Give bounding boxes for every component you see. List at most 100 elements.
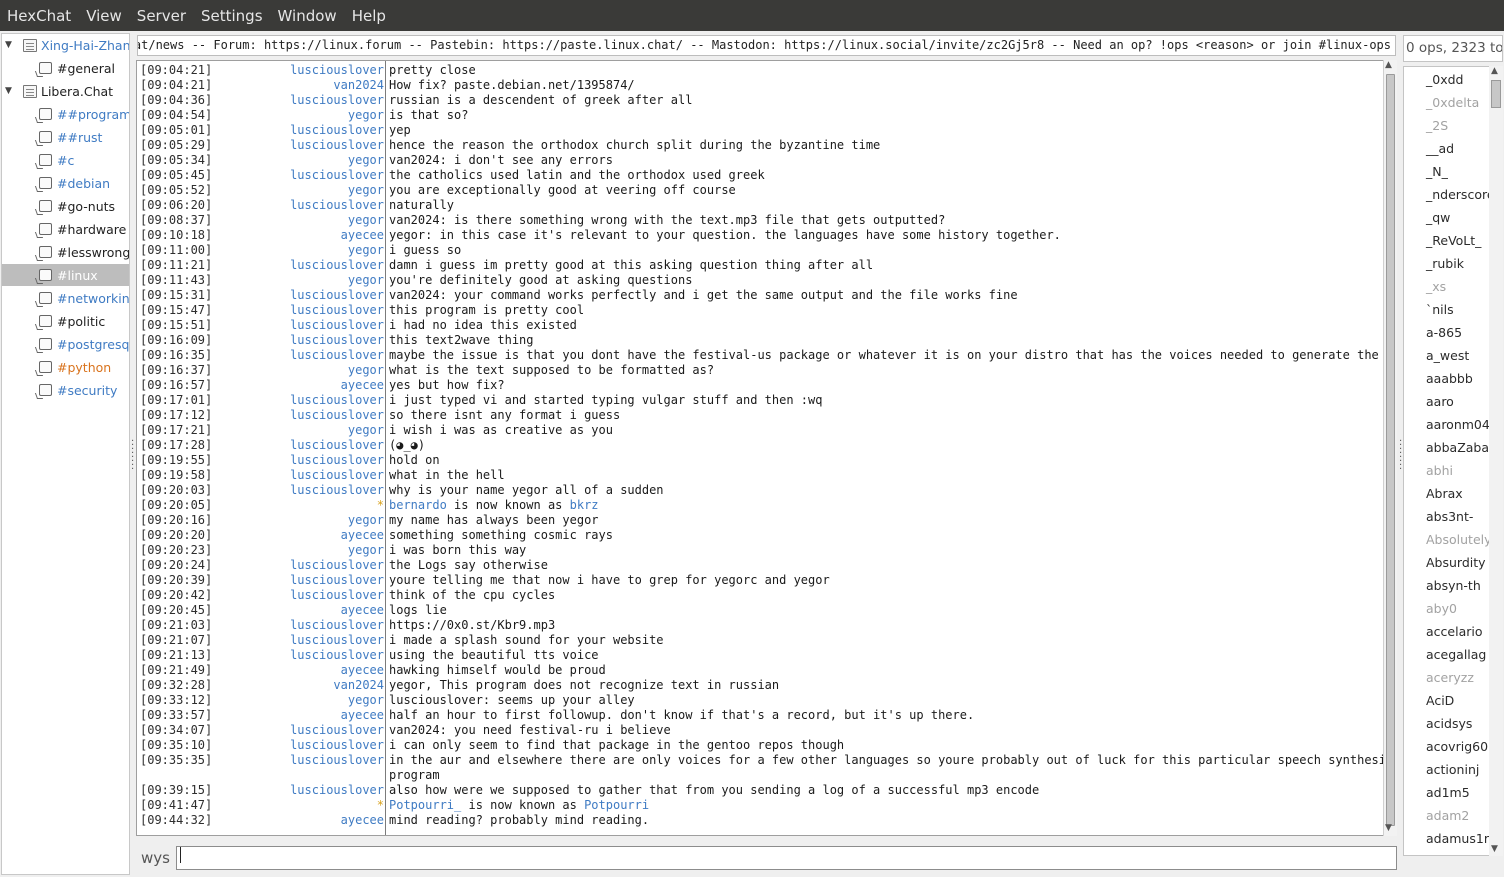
server-item[interactable]: ▼ Xing-Hai-Zhan bbox=[2, 34, 129, 56]
chat-nick[interactable]: yegor bbox=[348, 543, 384, 558]
chat-nick[interactable]: lusciouslover bbox=[290, 573, 384, 588]
chat-log[interactable]: [09:04:21] lusciouslover pretty close [09:0… bbox=[136, 60, 1397, 836]
chat-nick[interactable]: lusciouslover bbox=[290, 168, 384, 183]
user-list-item[interactable]: acovrig60 bbox=[1426, 739, 1488, 754]
user-list-item[interactable]: Absurdity bbox=[1426, 555, 1486, 570]
user-list-item[interactable]: a_west bbox=[1426, 348, 1469, 363]
chat-nick[interactable]: lusciouslover bbox=[290, 738, 384, 753]
user-list-item[interactable]: _0xdelta bbox=[1426, 95, 1479, 110]
user-list-item[interactable]: `nils bbox=[1426, 302, 1454, 317]
user-list-item[interactable]: aaro bbox=[1426, 394, 1454, 409]
chat-nick[interactable]: ayecee bbox=[341, 708, 384, 723]
chat-nick[interactable]: yegor bbox=[348, 423, 384, 438]
pane-grip-right-icon[interactable]: · · · · · · · · bbox=[1399, 437, 1402, 475]
user-list-item[interactable]: _2S bbox=[1426, 118, 1448, 133]
chat-nick[interactable]: van2024 bbox=[333, 78, 384, 93]
chat-nick[interactable]: ayecee bbox=[341, 378, 384, 393]
chat-nick[interactable]: lusciouslover bbox=[290, 783, 384, 798]
user-list-item[interactable]: _0xdd bbox=[1426, 72, 1463, 87]
menu-view[interactable]: View bbox=[86, 7, 122, 25]
user-list-item[interactable]: _N_ bbox=[1426, 164, 1448, 179]
chat-nick[interactable]: lusciouslover bbox=[290, 633, 384, 648]
chat-scroll-thumb[interactable] bbox=[1386, 74, 1395, 826]
chat-nick[interactable]: yegor bbox=[348, 183, 384, 198]
chat-nick[interactable]: yegor bbox=[348, 693, 384, 708]
expander-icon[interactable]: ▼ bbox=[5, 40, 12, 50]
chat-nick[interactable]: lusciouslover bbox=[290, 288, 384, 303]
user-list-item[interactable]: _qw bbox=[1426, 210, 1450, 225]
user-list-item[interactable]: ad1m5 bbox=[1426, 785, 1470, 800]
channel-item[interactable]: #postgresql bbox=[2, 333, 129, 355]
channel-item[interactable]: ##programming bbox=[2, 103, 129, 125]
chat-nick[interactable]: lusciouslover bbox=[290, 393, 384, 408]
chat-nick[interactable]: lusciouslover bbox=[290, 318, 384, 333]
user-list-item[interactable]: _ReVoLt_ bbox=[1426, 233, 1481, 248]
chat-nick[interactable]: lusciouslover bbox=[290, 453, 384, 468]
chat-nick[interactable]: yegor bbox=[348, 243, 384, 258]
chat-nick[interactable]: lusciouslover bbox=[290, 258, 384, 273]
user-list-item[interactable]: __ad bbox=[1426, 141, 1454, 156]
user-list-item[interactable]: adamus1re bbox=[1426, 831, 1496, 846]
channel-item[interactable]: #c bbox=[2, 149, 129, 171]
channel-item[interactable]: #hardware bbox=[2, 218, 129, 240]
user-list-item[interactable]: _rubik bbox=[1426, 256, 1464, 271]
scroll-up-arrow-icon[interactable]: ▲ bbox=[1385, 60, 1392, 70]
chat-nick[interactable]: ayecee bbox=[341, 228, 384, 243]
userlist-scrollbar[interactable]: ▲ ▼ bbox=[1489, 66, 1503, 856]
pane-grip-left-icon[interactable]: · · · · · · · · bbox=[131, 437, 134, 475]
server-item[interactable]: ▼ Libera.Chat bbox=[2, 80, 129, 102]
chat-nick[interactable]: lusciouslover bbox=[290, 753, 384, 768]
chat-nick[interactable]: lusciouslover bbox=[290, 63, 384, 78]
chat-nick[interactable]: lusciouslover bbox=[290, 348, 384, 363]
user-list-item[interactable]: accelario bbox=[1426, 624, 1483, 639]
chat-nick[interactable]: lusciouslover bbox=[290, 723, 384, 738]
chat-nick[interactable]: lusciouslover bbox=[290, 558, 384, 573]
chat-nick[interactable]: yegor bbox=[348, 363, 384, 378]
channel-item[interactable]: ##rust bbox=[2, 126, 129, 148]
user-list-item[interactable]: abbaZaba bbox=[1426, 440, 1489, 455]
menu-settings[interactable]: Settings bbox=[201, 7, 263, 25]
user-list-item[interactable]: Abrax bbox=[1426, 486, 1463, 501]
user-list-item[interactable]: aaronm04 bbox=[1426, 417, 1490, 432]
userlist-scroll-thumb[interactable] bbox=[1491, 80, 1501, 108]
chat-nick[interactable]: yegor bbox=[348, 513, 384, 528]
chat-nick[interactable]: lusciouslover bbox=[290, 483, 384, 498]
user-list-item[interactable]: abhi bbox=[1426, 463, 1453, 478]
user-list-item[interactable]: abs3nt- bbox=[1426, 509, 1473, 524]
chat-nick[interactable]: ayecee bbox=[341, 528, 384, 543]
user-list-item[interactable]: absyn-th bbox=[1426, 578, 1481, 593]
chat-nick[interactable]: lusciouslover bbox=[290, 138, 384, 153]
channel-item[interactable]: #python bbox=[2, 356, 129, 378]
channel-item[interactable]: #debian bbox=[2, 172, 129, 194]
user-list[interactable]: _0xdd _0xdelta _2S __ad _N_ _nderscore _qw _ReV… bbox=[1403, 66, 1503, 856]
topic-bar[interactable]: ux.chat/news -- Forum: https://linux.for… bbox=[137, 35, 1396, 56]
user-list-item[interactable]: _nderscore bbox=[1426, 187, 1495, 202]
channel-item[interactable]: #linux bbox=[2, 264, 129, 286]
chat-nick[interactable]: lusciouslover bbox=[290, 438, 384, 453]
message-input[interactable] bbox=[176, 846, 1397, 870]
chat-nick[interactable]: lusciouslover bbox=[290, 588, 384, 603]
channel-item[interactable]: #go-nuts bbox=[2, 195, 129, 217]
user-list-item[interactable]: aceryzz bbox=[1426, 670, 1474, 685]
channel-item[interactable]: #security bbox=[2, 379, 129, 401]
user-list-item[interactable]: aby0 bbox=[1426, 601, 1457, 616]
chat-nick[interactable]: yegor bbox=[348, 213, 384, 228]
expander-icon[interactable]: ▼ bbox=[5, 86, 12, 96]
user-list-item[interactable]: AciD bbox=[1426, 693, 1454, 708]
chat-nick[interactable]: lusciouslover bbox=[290, 333, 384, 348]
chat-nick[interactable]: lusciouslover bbox=[290, 408, 384, 423]
userlist-scroll-up-icon[interactable]: ▲ bbox=[1491, 66, 1498, 76]
channel-item[interactable]: #lesswrong bbox=[2, 241, 129, 263]
user-list-item[interactable]: _xs bbox=[1426, 279, 1446, 294]
chat-nick[interactable]: lusciouslover bbox=[290, 468, 384, 483]
chat-nick[interactable]: ayecee bbox=[341, 603, 384, 618]
chat-nick[interactable]: lusciouslover bbox=[290, 198, 384, 213]
menu-help[interactable]: Help bbox=[352, 7, 386, 25]
chat-nick[interactable]: yegor bbox=[348, 153, 384, 168]
user-list-item[interactable]: aaabbb bbox=[1426, 371, 1473, 386]
chat-nick[interactable]: ayecee bbox=[341, 813, 384, 828]
user-list-item[interactable]: acidsys bbox=[1426, 716, 1472, 731]
user-list-item[interactable]: a-865 bbox=[1426, 325, 1462, 340]
chat-nick[interactable]: yegor bbox=[348, 108, 384, 123]
nick-button[interactable]: wys bbox=[141, 849, 170, 867]
